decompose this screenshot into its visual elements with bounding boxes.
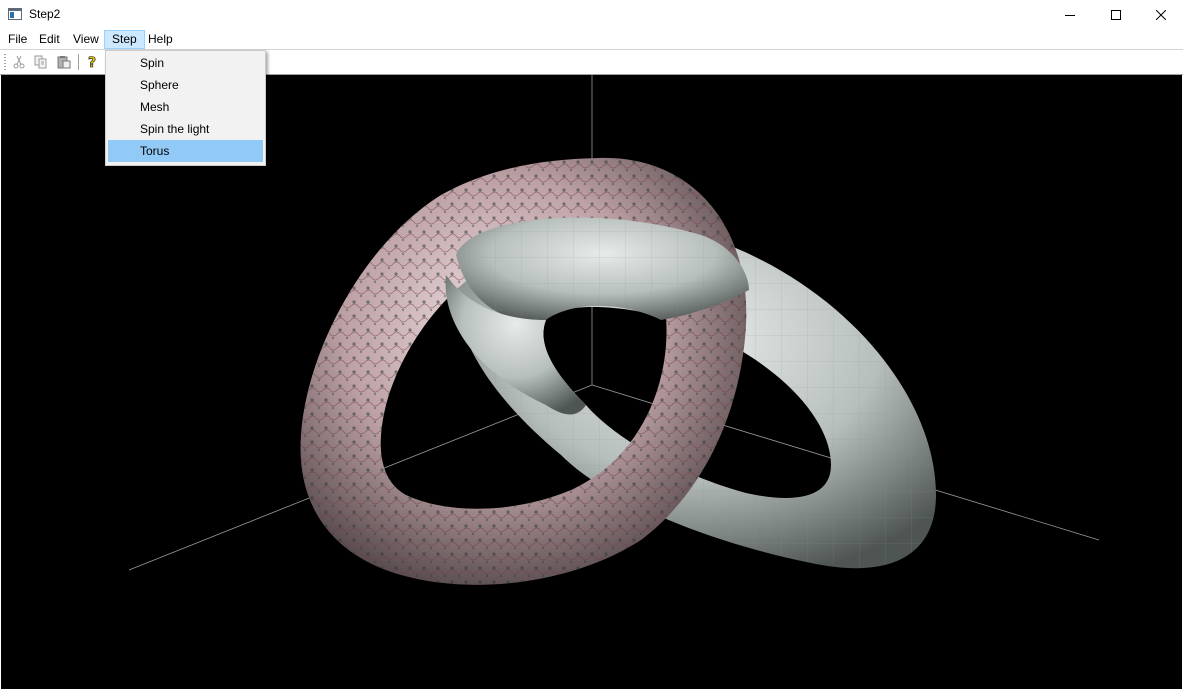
close-icon — [1156, 9, 1166, 20]
copy-icon — [34, 55, 47, 69]
minimize-icon — [1065, 14, 1075, 16]
step-menu-item-mesh[interactable]: Mesh — [108, 96, 263, 118]
3d-viewport[interactable] — [1, 75, 1182, 689]
step-menu-item-sphere[interactable]: Sphere — [108, 74, 263, 96]
paste-icon — [57, 56, 71, 69]
menu-help[interactable]: Help — [141, 30, 180, 49]
toolbar-grip[interactable] — [4, 54, 6, 70]
menu-bar: File Edit View Step Help — [0, 29, 1183, 49]
maximize-icon — [1111, 9, 1121, 20]
help-button[interactable]: ? — [84, 53, 102, 71]
minimize-button[interactable] — [1047, 0, 1093, 29]
title-bar[interactable]: Step2 — [0, 0, 1183, 29]
close-button[interactable] — [1138, 0, 1183, 29]
window-title: Step2 — [29, 7, 61, 21]
step-menu-item-torus[interactable]: Torus — [108, 140, 263, 162]
app-icon — [8, 8, 22, 20]
svg-text:?: ? — [88, 55, 96, 70]
help-icon: ? — [88, 55, 97, 70]
torus-scene — [128, 75, 1100, 585]
step-menu-item-spin[interactable]: Spin — [108, 52, 263, 74]
paste-button[interactable] — [55, 53, 73, 71]
step-menu-item-spin-the-light[interactable]: Spin the light — [108, 118, 263, 140]
menu-view[interactable]: View — [66, 30, 106, 49]
menu-file[interactable]: File — [1, 30, 34, 49]
menu-edit[interactable]: Edit — [32, 30, 67, 49]
cut-button[interactable] — [10, 53, 28, 71]
cut-icon — [13, 55, 25, 69]
step-menu-dropdown: Spin Sphere Mesh Spin the light Torus — [105, 50, 266, 166]
maximize-button[interactable] — [1093, 0, 1139, 29]
toolbar-separator — [78, 54, 79, 70]
app-window: Step2 File Edit View Step Help ? Spin Sp… — [0, 0, 1183, 689]
copy-button[interactable] — [32, 53, 50, 71]
menu-step[interactable]: Step — [104, 30, 145, 49]
